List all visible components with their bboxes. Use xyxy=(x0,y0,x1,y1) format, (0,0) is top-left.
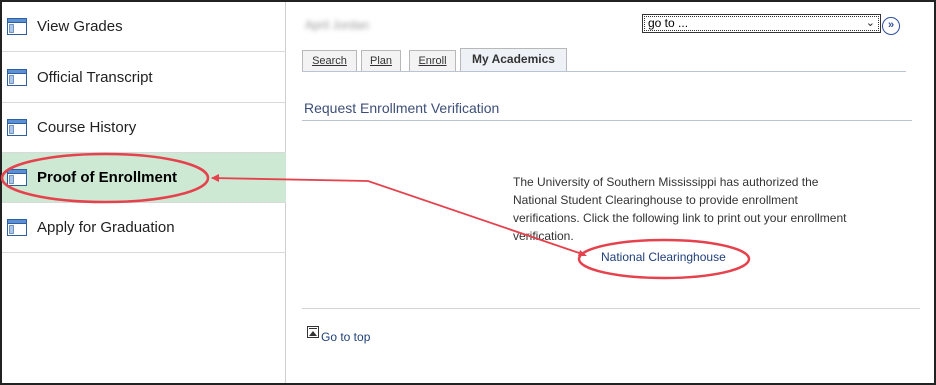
tab-divider xyxy=(302,71,906,72)
sidebar-item-apply-for-graduation[interactable]: Apply for Graduation xyxy=(2,203,286,253)
sidebar-nav: View Grades Official Transcript Course H… xyxy=(2,2,286,383)
sidebar-item-label: Apply for Graduation xyxy=(37,219,175,236)
tab-search[interactable]: Search xyxy=(302,50,357,72)
tab-enroll[interactable]: Enroll xyxy=(409,50,456,72)
sidebar-item-label: Proof of Enrollment xyxy=(37,169,177,186)
chevron-down-icon: ⌄ xyxy=(865,17,875,29)
page-icon xyxy=(7,69,27,86)
goto-select-value: go to ... xyxy=(648,16,689,30)
sidebar-item-proof-of-enrollment[interactable]: Proof of Enrollment xyxy=(2,153,286,203)
page-icon xyxy=(7,119,27,136)
national-clearinghouse-link[interactable]: National Clearinghouse xyxy=(601,250,726,264)
tab-plan[interactable]: Plan xyxy=(361,50,401,72)
sidebar-item-label: View Grades xyxy=(37,18,123,35)
sidebar-item-official-transcript[interactable]: Official Transcript xyxy=(2,53,286,103)
page-icon xyxy=(7,219,27,236)
page-icon xyxy=(7,169,27,186)
info-text: The University of Southern Mississippi h… xyxy=(513,175,847,243)
page-icon xyxy=(7,18,27,35)
go-to-top-link[interactable]: Go to top xyxy=(307,326,370,344)
sidebar-item-view-grades[interactable]: View Grades xyxy=(2,2,286,52)
bottom-divider xyxy=(302,308,920,309)
page-title: Request Enrollment Verification xyxy=(304,100,500,116)
sidebar-item-label: Official Transcript xyxy=(37,69,153,86)
student-name: April Jordan xyxy=(305,18,370,32)
sidebar-item-course-history[interactable]: Course History xyxy=(2,103,286,153)
tab-my-academics[interactable]: My Academics xyxy=(460,48,567,72)
sidebar-item-label: Course History xyxy=(37,119,137,136)
goto-select[interactable]: go to ... ⌄ xyxy=(642,14,881,33)
go-button[interactable]: » xyxy=(882,17,900,35)
title-divider xyxy=(302,120,912,121)
go-to-top-label: Go to top xyxy=(321,330,371,344)
arrow-up-icon xyxy=(307,326,319,338)
